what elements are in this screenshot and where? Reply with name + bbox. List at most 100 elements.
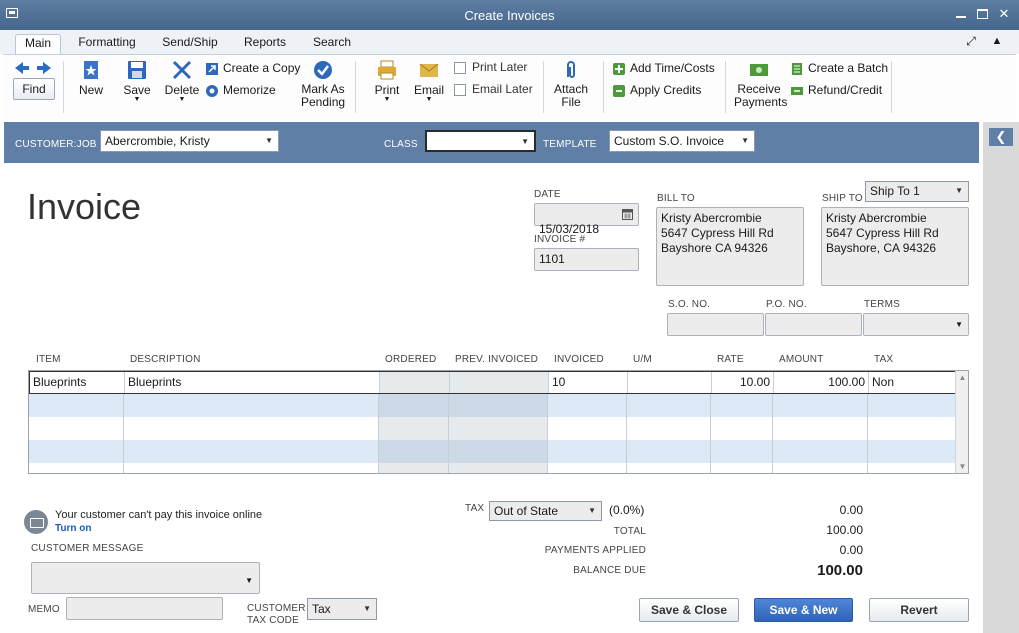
cell-rate[interactable]: 10.00 (712, 372, 774, 393)
chevron-left-icon[interactable]: ❮ (989, 128, 1013, 146)
tax-amount: 0.00 (839, 503, 863, 517)
ship-to-select[interactable]: Ship To 1 ▼ (865, 181, 969, 202)
print-later-checkbox[interactable]: Print Later (454, 59, 527, 77)
so-no-label: S.O. NO. (668, 299, 711, 310)
print-dropdown-icon[interactable]: ▼ (371, 96, 403, 103)
invoice-no-field[interactable]: 1101 (534, 248, 639, 271)
po-no-label: P.O. NO. (766, 299, 807, 310)
scroll-up-icon[interactable]: ▲ (957, 372, 968, 383)
email-later-checkbox[interactable]: Email Later (454, 81, 533, 99)
apply-credits-button[interactable]: Apply Credits (612, 82, 701, 100)
credit-card-icon (24, 510, 48, 534)
class-label: CLASS (384, 139, 418, 150)
save-button[interactable]: Save ▼ (118, 59, 156, 103)
mark-pending-button[interactable]: Mark As Pending (301, 59, 345, 109)
terms-select[interactable]: ▼ (863, 313, 969, 336)
add-time-costs-button[interactable]: Add Time/Costs (612, 60, 715, 78)
customer-job-select[interactable]: Abercrombie, Kristy ▼ (100, 130, 279, 152)
table-row[interactable] (29, 463, 956, 473)
table-row[interactable] (29, 417, 956, 440)
template-select[interactable]: Custom S.O. Invoice ▼ (609, 130, 755, 152)
table-row[interactable]: Blueprints Blueprints 10 10.00 100.00 No… (29, 371, 956, 394)
total-amount: 100.00 (826, 523, 863, 537)
memorize-button[interactable]: Memorize (205, 82, 276, 100)
col-header-um[interactable]: U/M (633, 354, 652, 365)
tab-send-ship[interactable]: Send/Ship (155, 34, 225, 54)
table-scrollbar[interactable]: ▲ ▼ (955, 371, 968, 473)
save-new-button[interactable]: Save & New (754, 598, 853, 622)
save-dropdown-icon[interactable]: ▼ (118, 96, 156, 103)
create-copy-button[interactable]: Create a Copy (205, 60, 300, 78)
new-button[interactable]: New (73, 59, 109, 97)
save-close-button[interactable]: Save & Close (639, 598, 739, 622)
col-header-ordered[interactable]: ORDERED (385, 354, 436, 365)
print-later-check-icon[interactable] (454, 61, 466, 74)
receive-payments-label: Receive Payments (734, 82, 788, 109)
class-select[interactable]: ▼ (425, 130, 536, 152)
payments-applied-amount: 0.00 (839, 543, 863, 557)
delete-x-icon (172, 60, 192, 80)
tab-reports[interactable]: Reports (238, 34, 292, 54)
delete-dropdown-icon[interactable]: ▼ (161, 96, 203, 103)
close-icon[interactable]: ✕ (996, 6, 1012, 22)
tab-search[interactable]: Search (306, 34, 358, 54)
memo-field[interactable] (66, 597, 223, 620)
save-label: Save (123, 83, 151, 97)
mark-pending-label: Mark As Pending (301, 82, 346, 109)
tax-item-select[interactable]: Out of State ▼ (489, 501, 602, 521)
chevron-up-icon[interactable]: ▲ (990, 34, 1004, 48)
email-dropdown-icon[interactable]: ▼ (413, 96, 445, 103)
cell-tax[interactable]: Non (869, 372, 955, 393)
prev-next-arrows-icon[interactable] (13, 61, 53, 75)
cell-amount[interactable]: 100.00 (774, 372, 869, 393)
delete-button[interactable]: Delete ▼ (161, 59, 203, 103)
revert-button[interactable]: Revert (869, 598, 969, 622)
find-button[interactable]: Find (13, 78, 55, 100)
tab-formatting[interactable]: Formatting (74, 34, 140, 54)
floppy-disk-icon (128, 61, 146, 79)
scroll-down-icon[interactable]: ▼ (957, 461, 968, 472)
chevron-down-icon: ▼ (363, 604, 371, 613)
col-header-prev-invoiced[interactable]: PREV. INVOICED (455, 354, 538, 365)
customer-bar: CUSTOMER:JOB Abercrombie, Kristy ▼ CLASS … (4, 122, 979, 163)
attach-file-label: Attach File (554, 82, 589, 109)
bill-to-field[interactable]: Kristy Abercrombie 5647 Cypress Hill Rd … (656, 207, 804, 286)
col-header-item[interactable]: ITEM (36, 354, 61, 365)
email-button[interactable]: Email ▼ (413, 59, 445, 103)
table-row[interactable] (29, 440, 956, 463)
print-button[interactable]: Print ▼ (371, 59, 403, 103)
cell-description[interactable]: Blueprints (125, 372, 380, 393)
turn-on-link[interactable]: Turn on (55, 523, 91, 534)
create-batch-button[interactable]: Create a Batch (790, 60, 888, 78)
minimize-icon[interactable] (953, 6, 969, 22)
tab-main[interactable]: Main (15, 34, 61, 54)
line-items-table: Blueprints Blueprints 10 10.00 100.00 No… (28, 370, 969, 474)
copy-icon (206, 62, 218, 75)
col-header-rate[interactable]: RATE (717, 354, 744, 365)
table-row[interactable] (29, 394, 956, 417)
cell-invoiced[interactable]: 10 (549, 372, 628, 393)
customer-tax-code-select[interactable]: Tax ▼ (307, 598, 377, 620)
ship-to-field[interactable]: Kristy Abercrombie 5647 Cypress Hill Rd … (821, 207, 969, 286)
col-header-amount[interactable]: AMOUNT (779, 354, 824, 365)
so-no-field[interactable] (667, 313, 764, 336)
calendar-icon[interactable] (622, 208, 633, 220)
receive-payments-button[interactable]: Receive Payments (734, 59, 788, 109)
date-field[interactable]: 15/03/2018 (534, 203, 639, 236)
col-header-invoiced[interactable]: INVOICED (554, 354, 604, 365)
date-label: DATE (534, 189, 561, 200)
email-later-check-icon[interactable] (454, 83, 466, 96)
maximize-icon[interactable] (974, 6, 990, 22)
refund-credit-button[interactable]: Refund/Credit (790, 82, 882, 100)
po-no-field[interactable] (765, 313, 862, 336)
col-header-tax[interactable]: TAX (874, 354, 893, 365)
attach-file-button[interactable]: Attach File (554, 59, 588, 109)
history-panel-rail: ❮ (983, 122, 1019, 633)
expand-icon[interactable]: ⤢ (964, 34, 978, 48)
cell-item[interactable]: Blueprints (30, 372, 125, 393)
delete-label: Delete (164, 83, 200, 97)
add-time-costs-icon (613, 62, 625, 75)
customer-message-select[interactable]: ▼ (31, 562, 260, 594)
cell-um[interactable] (628, 372, 712, 393)
col-header-description[interactable]: DESCRIPTION (130, 354, 201, 365)
